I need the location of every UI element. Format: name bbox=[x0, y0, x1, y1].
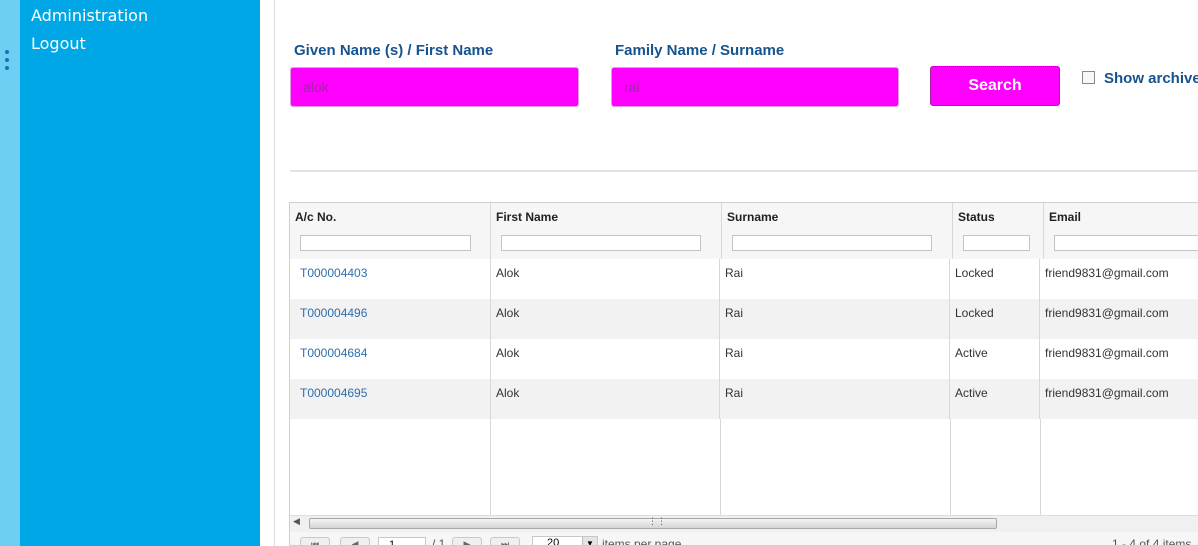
status-cell: Locked bbox=[950, 259, 1040, 299]
account-link[interactable]: T000004695 bbox=[300, 386, 367, 400]
grip-icon: ⋮⋮ bbox=[648, 517, 666, 527]
account-link[interactable]: T000004684 bbox=[300, 346, 367, 360]
filter-input-status[interactable] bbox=[963, 235, 1030, 251]
last-page-icon[interactable]: ⏭ bbox=[490, 537, 520, 545]
page-size-label: items per page bbox=[602, 537, 682, 546]
table-row[interactable]: T000004684 Alok Rai Active friend9831@gm… bbox=[290, 339, 1198, 379]
email-cell: friend9831@gmail.com bbox=[1045, 386, 1169, 400]
sidebar-item-administration[interactable]: Administration bbox=[31, 6, 148, 25]
first-name-cell: Alok bbox=[490, 259, 720, 299]
horizontal-scrollbar[interactable]: ◀ ⋮⋮ bbox=[290, 515, 1198, 532]
email-cell: friend9831@gmail.com bbox=[1045, 306, 1169, 320]
next-page-icon[interactable]: ▶ bbox=[452, 537, 482, 545]
show-archive-checkbox[interactable] bbox=[1082, 71, 1095, 84]
table-row[interactable]: T000004403 Alok Rai Locked friend9831@gm… bbox=[290, 259, 1198, 299]
content-divider bbox=[274, 0, 275, 546]
column-header-surname[interactable]: Surname bbox=[722, 203, 953, 259]
column-header-label: Surname bbox=[727, 210, 779, 224]
account-cell[interactable]: T000004695 bbox=[290, 379, 491, 419]
page-number-input[interactable] bbox=[378, 537, 426, 545]
column-divider bbox=[1040, 419, 1041, 517]
column-divider bbox=[720, 419, 721, 517]
status-cell: Locked bbox=[950, 299, 1040, 339]
column-header-label: First Name bbox=[496, 210, 559, 224]
filter-input-email[interactable] bbox=[1054, 235, 1198, 251]
search-button[interactable]: Search bbox=[930, 66, 1060, 106]
column-header-email[interactable]: Email bbox=[1044, 203, 1198, 259]
filter-input-account[interactable] bbox=[300, 235, 471, 251]
email-cell: friend9831@gmail.com bbox=[1045, 266, 1169, 280]
surname-input[interactable] bbox=[611, 67, 899, 107]
page-size-value: 20 bbox=[547, 537, 560, 546]
first-name-label: Given Name (s) / First Name bbox=[294, 42, 494, 59]
results-grid: A/c No. First Name Surname Status Email … bbox=[289, 202, 1198, 546]
sidebar-item-logout[interactable]: Logout bbox=[31, 34, 86, 53]
column-divider bbox=[490, 419, 491, 517]
surname-cell: Rai bbox=[720, 299, 950, 339]
grid-pager: ⏮ ◀ / 1 ▶ ⏭ 20 ▼ items per page 1 - 4 of… bbox=[290, 532, 1198, 546]
first-name-cell: Alok bbox=[490, 299, 720, 339]
previous-page-icon[interactable]: ◀ bbox=[340, 537, 370, 545]
show-archive-label[interactable]: Show archive bbox=[1104, 70, 1198, 87]
column-divider bbox=[950, 419, 951, 517]
filter-input-surname[interactable] bbox=[732, 235, 932, 251]
first-name-cell: Alok bbox=[490, 379, 720, 419]
first-name-input[interactable] bbox=[290, 67, 579, 107]
total-pages: / 1 bbox=[432, 537, 446, 546]
page-size-select[interactable]: 20 ▼ bbox=[532, 536, 598, 546]
scroll-left-icon[interactable]: ◀ bbox=[293, 517, 300, 527]
surname-cell: Rai bbox=[720, 339, 950, 379]
account-cell[interactable]: T000004684 bbox=[290, 339, 491, 379]
account-link[interactable]: T000004403 bbox=[300, 266, 367, 280]
sidebar-rail[interactable] bbox=[0, 0, 20, 546]
email-cell: friend9831@gmail.com bbox=[1045, 346, 1169, 360]
filter-input-first-name[interactable] bbox=[501, 235, 701, 251]
table-row[interactable]: T000004695 Alok Rai Active friend9831@gm… bbox=[290, 379, 1198, 419]
account-cell[interactable]: T000004496 bbox=[290, 299, 491, 339]
scrollbar-thumb[interactable]: ⋮⋮ bbox=[309, 517, 997, 529]
account-cell[interactable]: T000004403 bbox=[290, 259, 491, 299]
column-header-label: A/c No. bbox=[295, 210, 337, 224]
status-cell: Active bbox=[950, 379, 1040, 419]
first-page-icon[interactable]: ⏮ bbox=[300, 537, 330, 545]
section-divider bbox=[290, 170, 1198, 172]
grid-header: A/c No. First Name Surname Status Email bbox=[290, 203, 1198, 260]
status-cell: Active bbox=[950, 339, 1040, 379]
column-header-status[interactable]: Status bbox=[953, 203, 1044, 259]
table-row[interactable]: T000004496 Alok Rai Locked friend9831@gm… bbox=[290, 299, 1198, 339]
surname-label: Family Name / Surname bbox=[615, 42, 785, 59]
column-header-label: Email bbox=[1049, 210, 1082, 224]
column-header-label: Status bbox=[958, 210, 995, 224]
column-header-first-name[interactable]: First Name bbox=[491, 203, 722, 259]
more-vertical-icon[interactable] bbox=[5, 50, 11, 74]
items-summary: 1 - 4 of 4 items bbox=[1112, 537, 1192, 546]
chevron-down-icon[interactable]: ▼ bbox=[582, 537, 597, 545]
account-link[interactable]: T000004496 bbox=[300, 306, 367, 320]
surname-cell: Rai bbox=[720, 379, 950, 419]
sidebar: Administration Logout bbox=[20, 0, 260, 546]
surname-cell: Rai bbox=[720, 259, 950, 299]
column-header-account[interactable]: A/c No. bbox=[290, 203, 491, 259]
first-name-cell: Alok bbox=[490, 339, 720, 379]
